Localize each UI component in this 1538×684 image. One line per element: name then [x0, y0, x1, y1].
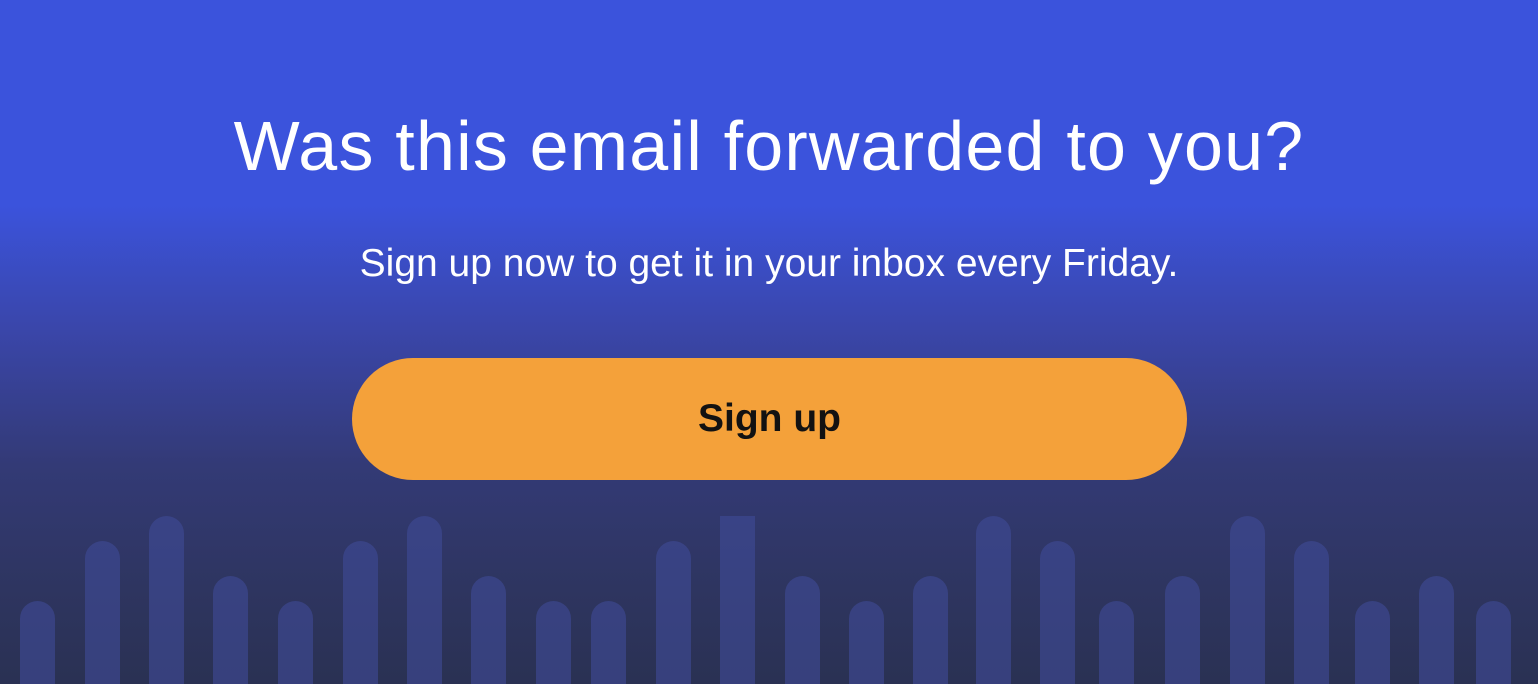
decorative-bar [536, 601, 571, 684]
decorative-bar [149, 516, 184, 684]
decorative-bar [976, 516, 1011, 684]
headline: Was this email forwarded to you? [233, 107, 1305, 185]
decorative-bar [407, 516, 442, 684]
decorative-bar [1165, 576, 1200, 684]
sign-up-button[interactable]: Sign up [352, 358, 1187, 480]
decorative-bar [720, 516, 755, 684]
decorative-bar [343, 541, 378, 684]
decorative-bar [85, 541, 120, 684]
decorative-bar [1294, 541, 1329, 684]
decorative-bar [785, 576, 820, 684]
decorative-bar [656, 541, 691, 684]
decorative-bar [1476, 601, 1511, 684]
decorative-bar [1099, 601, 1134, 684]
decorative-bars [20, 516, 1511, 684]
decorative-bar [278, 601, 313, 684]
decorative-bar [591, 601, 626, 684]
decorative-bar [20, 601, 55, 684]
forward-signup-banner: Was this email forwarded to you? Sign up… [0, 0, 1538, 684]
subheadline: Sign up now to get it in your inbox ever… [359, 242, 1179, 285]
decorative-bar [471, 576, 506, 684]
decorative-bar [1230, 516, 1265, 684]
decorative-bar [1355, 601, 1390, 684]
decorative-bar [913, 576, 948, 684]
decorative-bar [213, 576, 248, 684]
decorative-bar [1040, 541, 1075, 684]
decorative-bar [1419, 576, 1454, 684]
decorative-bar [849, 601, 884, 684]
